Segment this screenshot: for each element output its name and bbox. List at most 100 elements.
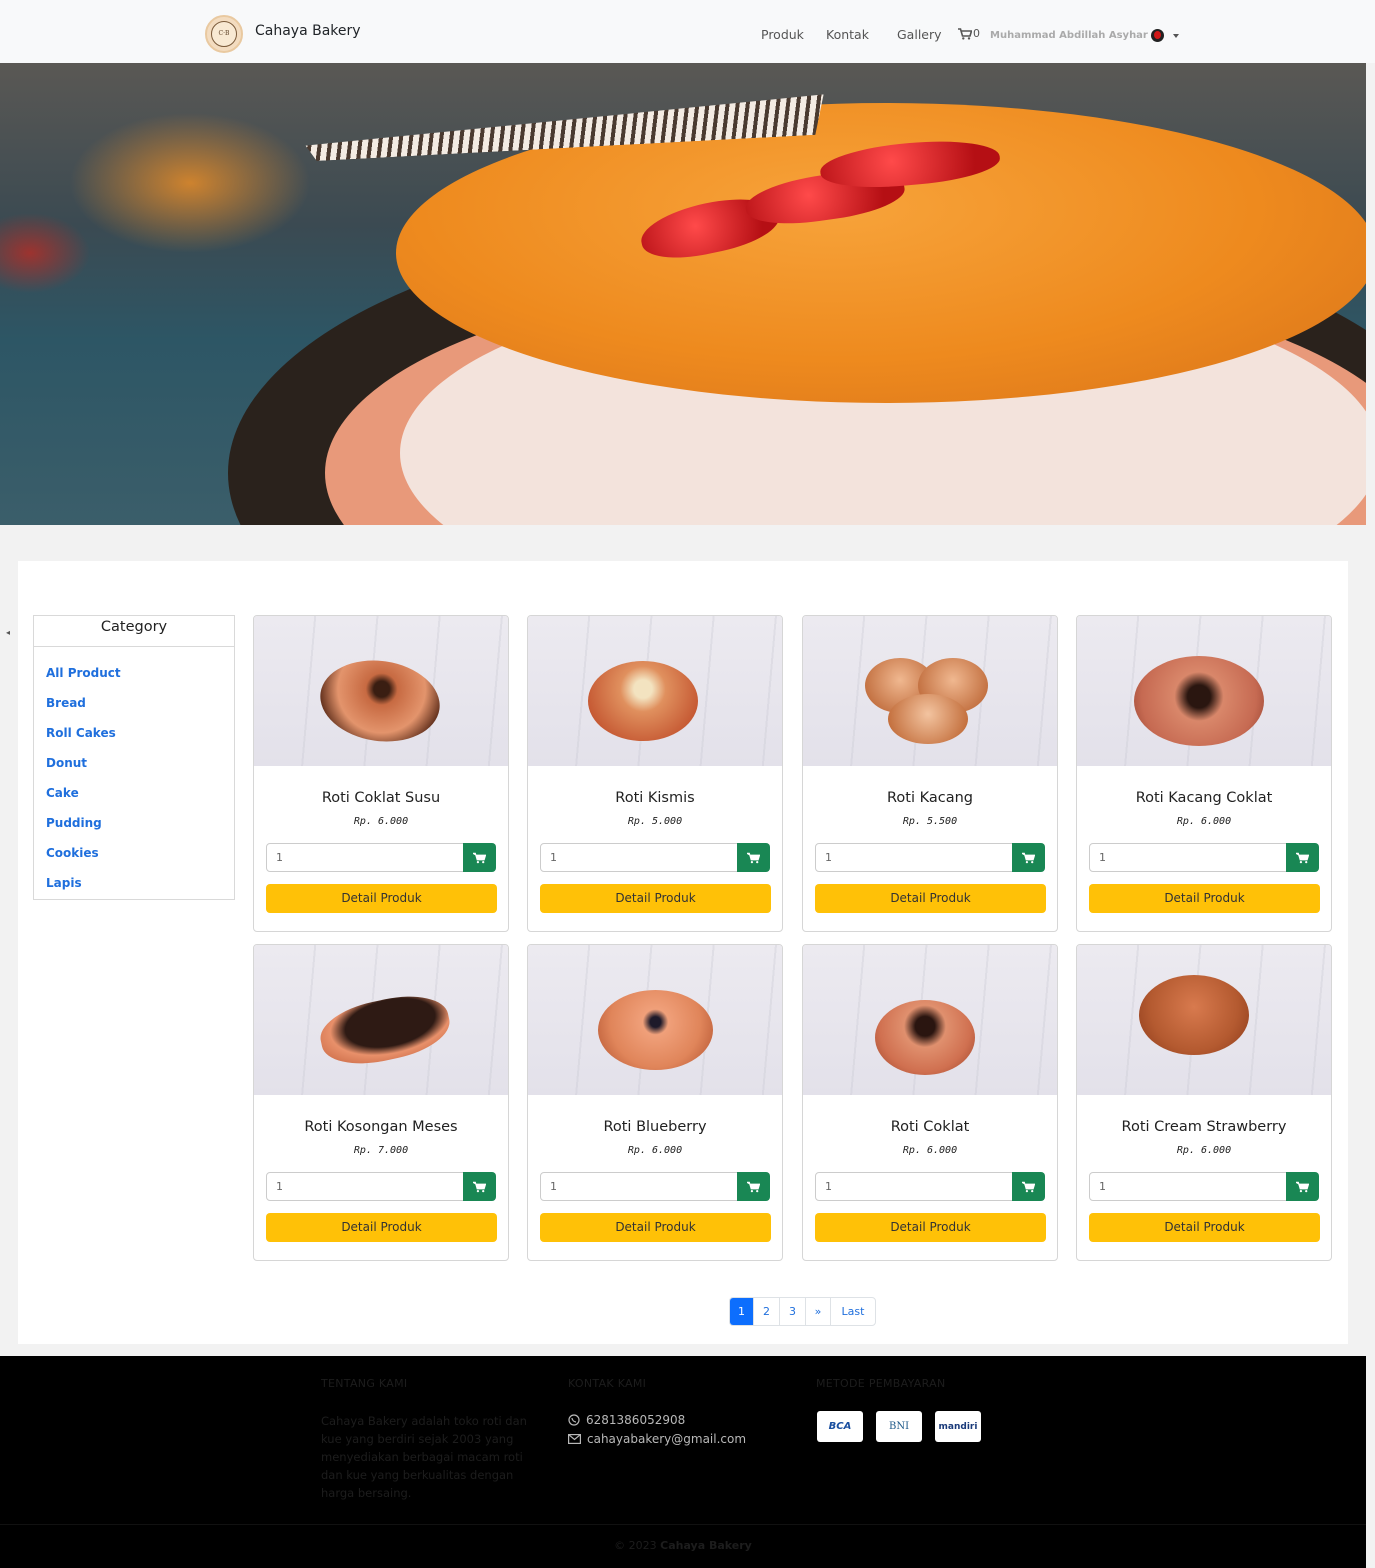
product-image[interactable]: [1077, 945, 1331, 1095]
footer-about-title: TENTANG KAMI: [321, 1377, 408, 1390]
product-image[interactable]: [528, 616, 782, 766]
add-to-cart-button[interactable]: [737, 1172, 770, 1201]
product-price: Rp. 6.000: [902, 1145, 958, 1156]
product-card: Roti Kosongan Meses Rp. 7.000 1 Detail P…: [253, 944, 509, 1261]
product-name: Roti Kacang: [886, 790, 973, 806]
product-card: Roti Kacang Coklat Rp. 6.000 1 Detail Pr…: [1076, 615, 1332, 932]
page-1[interactable]: 1: [730, 1298, 754, 1325]
quantity-input[interactable]: 1: [266, 843, 464, 872]
shopping-cart-icon: [958, 27, 972, 40]
category-item-bread[interactable]: Bread: [46, 696, 234, 726]
add-to-cart-button[interactable]: [1012, 1172, 1045, 1201]
category-title: Category: [34, 616, 234, 647]
product-image[interactable]: [1077, 616, 1331, 766]
category-item-lapis[interactable]: Lapis: [46, 876, 234, 906]
product-price: Rp. 7.000: [353, 1145, 409, 1156]
product-image[interactable]: [254, 945, 508, 1095]
product-card: Roti Kismis Rp. 5.000 1 Detail Produk: [527, 615, 783, 932]
detail-produk-button[interactable]: Detail Produk: [266, 1213, 497, 1242]
cart-count: 0: [973, 27, 980, 40]
page-last[interactable]: Last: [831, 1298, 875, 1325]
detail-produk-button[interactable]: Detail Produk: [815, 884, 1046, 913]
detail-produk-button[interactable]: Detail Produk: [1089, 1213, 1320, 1242]
nav-link-kontak[interactable]: Kontak: [826, 27, 869, 42]
product-card: Roti Cream Strawberry Rp. 6.000 1 Detail…: [1076, 944, 1332, 1261]
add-to-cart-button[interactable]: [1286, 843, 1319, 872]
footer-phone-number: 6281386052908: [586, 1413, 686, 1427]
detail-produk-button[interactable]: Detail Produk: [1089, 884, 1320, 913]
add-to-cart-button[interactable]: [1012, 843, 1045, 872]
product-price: Rp. 5.000: [627, 816, 683, 827]
nav-cart[interactable]: 0: [958, 27, 980, 40]
detail-produk-button[interactable]: Detail Produk: [540, 1213, 771, 1242]
product-price: Rp. 6.000: [1176, 816, 1232, 827]
quantity-input[interactable]: 1: [540, 843, 738, 872]
page-2[interactable]: 2: [754, 1298, 780, 1325]
footer-email[interactable]: cahayabakery@gmail.com: [568, 1432, 746, 1446]
category-item-donut[interactable]: Donut: [46, 756, 234, 786]
user-menu[interactable]: Muhammad Abdillah Asyhar: [990, 29, 1179, 42]
product-price: Rp. 5.500: [902, 816, 958, 827]
brand-name[interactable]: Cahaya Bakery: [255, 23, 361, 39]
category-item-pudding[interactable]: Pudding: [46, 816, 234, 846]
product-name: Roti Coklat: [890, 1119, 970, 1135]
category-item-roll-cakes[interactable]: Roll Cakes: [46, 726, 234, 756]
page-3[interactable]: 3: [780, 1298, 806, 1325]
detail-produk-button[interactable]: Detail Produk: [540, 884, 771, 913]
nav-link-produk[interactable]: Produk: [761, 27, 804, 42]
page-next[interactable]: »: [806, 1298, 831, 1325]
product-name: Roti Kosongan Meses: [304, 1119, 458, 1135]
add-to-cart-button[interactable]: [463, 843, 496, 872]
footer-about-text: Cahaya Bakery adalah toko roti dan kue y…: [321, 1414, 527, 1500]
footer-contact-title: KONTAK KAMI: [568, 1377, 647, 1390]
shopping-cart-icon: [747, 1181, 760, 1192]
detail-produk-button[interactable]: Detail Produk: [815, 1213, 1046, 1242]
add-to-cart-button[interactable]: [1286, 1172, 1319, 1201]
detail-produk-button[interactable]: Detail Produk: [266, 884, 497, 913]
whatsapp-icon: [568, 1414, 580, 1426]
product-image[interactable]: [803, 616, 1057, 766]
shopping-cart-icon: [1022, 1181, 1035, 1192]
copyright-name: Cahaya Bakery: [660, 1539, 752, 1552]
category-item-cake[interactable]: Cake: [46, 786, 234, 816]
footer-copyright: © 2023 Cahaya Bakery: [0, 1539, 1366, 1552]
product-name: Roti Kacang Coklat: [1135, 790, 1273, 806]
sidebar-toggle-icon[interactable]: ◂: [6, 628, 10, 637]
product-image[interactable]: [528, 945, 782, 1095]
copyright-prefix: © 2023: [614, 1539, 657, 1552]
quantity-input[interactable]: 1: [540, 1172, 738, 1201]
quantity-input[interactable]: 1: [815, 843, 1013, 872]
product-image[interactable]: [803, 945, 1057, 1095]
quantity-input[interactable]: 1: [815, 1172, 1013, 1201]
shopping-cart-icon: [473, 1181, 486, 1192]
payment-bni-logo: BNI: [876, 1411, 922, 1442]
quantity-input[interactable]: 1: [1089, 843, 1287, 872]
footer-email-address: cahayabakery@gmail.com: [587, 1432, 747, 1446]
category-item-all-product[interactable]: All Product: [46, 666, 234, 696]
shopping-cart-icon: [473, 852, 486, 863]
footer-divider: [0, 1524, 1366, 1525]
footer-phone[interactable]: 6281386052908: [568, 1413, 685, 1427]
footer-payment-title: METODE PEMBAYARAN: [816, 1377, 946, 1390]
product-price: Rp. 6.000: [1176, 1145, 1232, 1156]
quantity-input[interactable]: 1: [266, 1172, 464, 1201]
category-sidebar: Category All Product Bread Roll Cakes Do…: [33, 615, 235, 900]
avatar: [1150, 29, 1164, 42]
product-image[interactable]: [254, 616, 508, 766]
product-card: Roti Kacang Rp. 5.500 1 Detail Produk: [802, 615, 1058, 932]
product-name: Roti Coklat Susu: [321, 790, 441, 806]
caret-down-icon: [1172, 33, 1179, 38]
quantity-input[interactable]: 1: [1089, 1172, 1287, 1201]
nav-link-gallery[interactable]: Gallery: [897, 27, 942, 42]
add-to-cart-button[interactable]: [737, 843, 770, 872]
product-name: Roti Blueberry: [603, 1119, 707, 1135]
payment-mandiri-logo: mandiri: [935, 1411, 981, 1442]
envelope-icon: [568, 1434, 581, 1444]
shopping-cart-icon: [747, 852, 760, 863]
shopping-cart-icon: [1296, 1181, 1309, 1192]
add-to-cart-button[interactable]: [463, 1172, 496, 1201]
hero-banner: [0, 63, 1366, 525]
category-item-cookies[interactable]: Cookies: [46, 846, 234, 876]
product-name: Roti Cream Strawberry: [1121, 1119, 1287, 1135]
brand-logo[interactable]: C·B: [205, 15, 243, 53]
